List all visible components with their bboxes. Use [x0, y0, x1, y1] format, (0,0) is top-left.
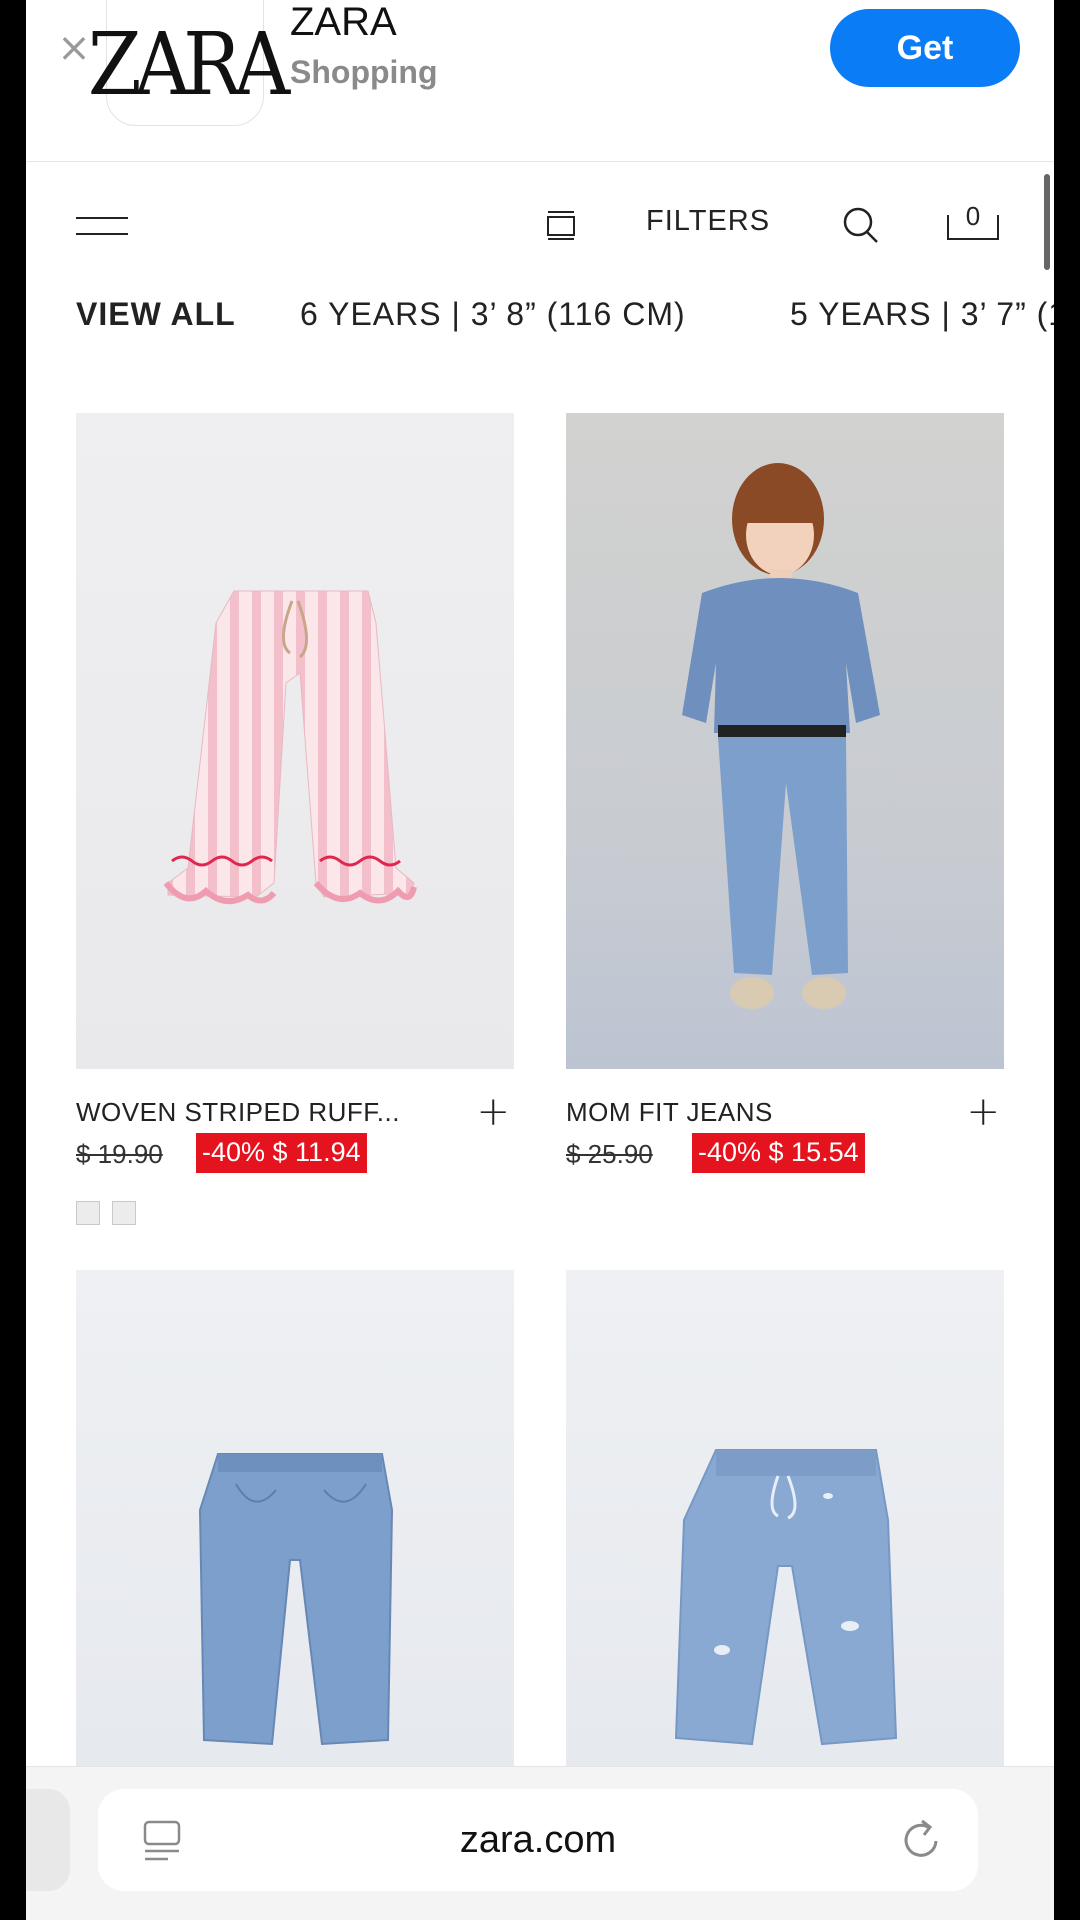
url-field[interactable]: zara.com [98, 1789, 978, 1891]
search-icon[interactable] [840, 205, 880, 245]
zara-logo: ZARA [87, 15, 289, 115]
color-swatch[interactable] [76, 1201, 100, 1225]
product-image[interactable] [566, 1270, 1004, 1770]
product-card[interactable] [566, 1270, 1004, 1770]
app-icon: ZARA [87, 0, 290, 126]
shopping-bag-button[interactable]: 0 [946, 201, 1000, 241]
product-card[interactable]: MOM FIT JEANS + $ 25.90 -40% $ 15.54 [566, 413, 1004, 1173]
sale-badge: -40% $ 11.94 [196, 1133, 367, 1173]
banner-title: ZARA [290, 0, 397, 44]
bag-count: 0 [965, 201, 981, 231]
app-banner: × ZARA ZARA Shopping Get [26, 0, 1054, 162]
product-name[interactable]: WOVEN STRIPED RUFF... [76, 1097, 400, 1128]
distressed-jeans-image [674, 1449, 898, 1746]
banner-subtitle: Shopping [290, 54, 438, 90]
size-chip[interactable]: 5 YEARS | 3’ 7” (110 [790, 296, 1054, 333]
filters-button[interactable]: FILTERS [646, 205, 770, 238]
product-card[interactable]: WOVEN STRIPED RUFF... + $ 19.90 -40% $ 1… [76, 413, 514, 1225]
menu-icon[interactable] [76, 215, 128, 239]
scrollbar[interactable] [1044, 174, 1050, 270]
size-chip[interactable]: 6 YEARS | 3’ 8” (116 CM) [300, 296, 686, 333]
striped-pants-image [163, 590, 417, 904]
previous-tab-peek[interactable] [26, 1789, 70, 1891]
toolbar: FILTERS 0 [26, 165, 1054, 283]
girl-in-jeans-image [682, 463, 880, 1009]
reload-icon[interactable] [898, 1817, 944, 1863]
product-image[interactable] [76, 1270, 514, 1770]
original-price: $ 25.90 [566, 1139, 653, 1169]
screen: × ZARA ZARA Shopping Get FILTERS 0 VIEW … [26, 0, 1054, 1920]
sale-badge: -40% $ 15.54 [692, 1133, 865, 1173]
color-swatch[interactable] [112, 1201, 136, 1225]
get-app-button[interactable]: Get [830, 9, 1020, 87]
product-image[interactable] [566, 413, 1004, 1069]
product-card[interactable] [76, 1270, 514, 1770]
grid-view-icon[interactable] [546, 209, 576, 241]
jeans-image [198, 1453, 394, 1746]
original-price: $ 19.90 [76, 1139, 163, 1169]
product-name[interactable]: MOM FIT JEANS [566, 1097, 773, 1128]
add-to-cart-icon[interactable]: + [476, 1089, 510, 1135]
product-image[interactable] [76, 413, 514, 1069]
browser-address-bar: zara.com [26, 1766, 1054, 1920]
url-text: zara.com [459, 1819, 617, 1861]
size-view-all[interactable]: VIEW ALL [76, 296, 236, 333]
add-to-cart-icon[interactable]: + [966, 1089, 1000, 1135]
